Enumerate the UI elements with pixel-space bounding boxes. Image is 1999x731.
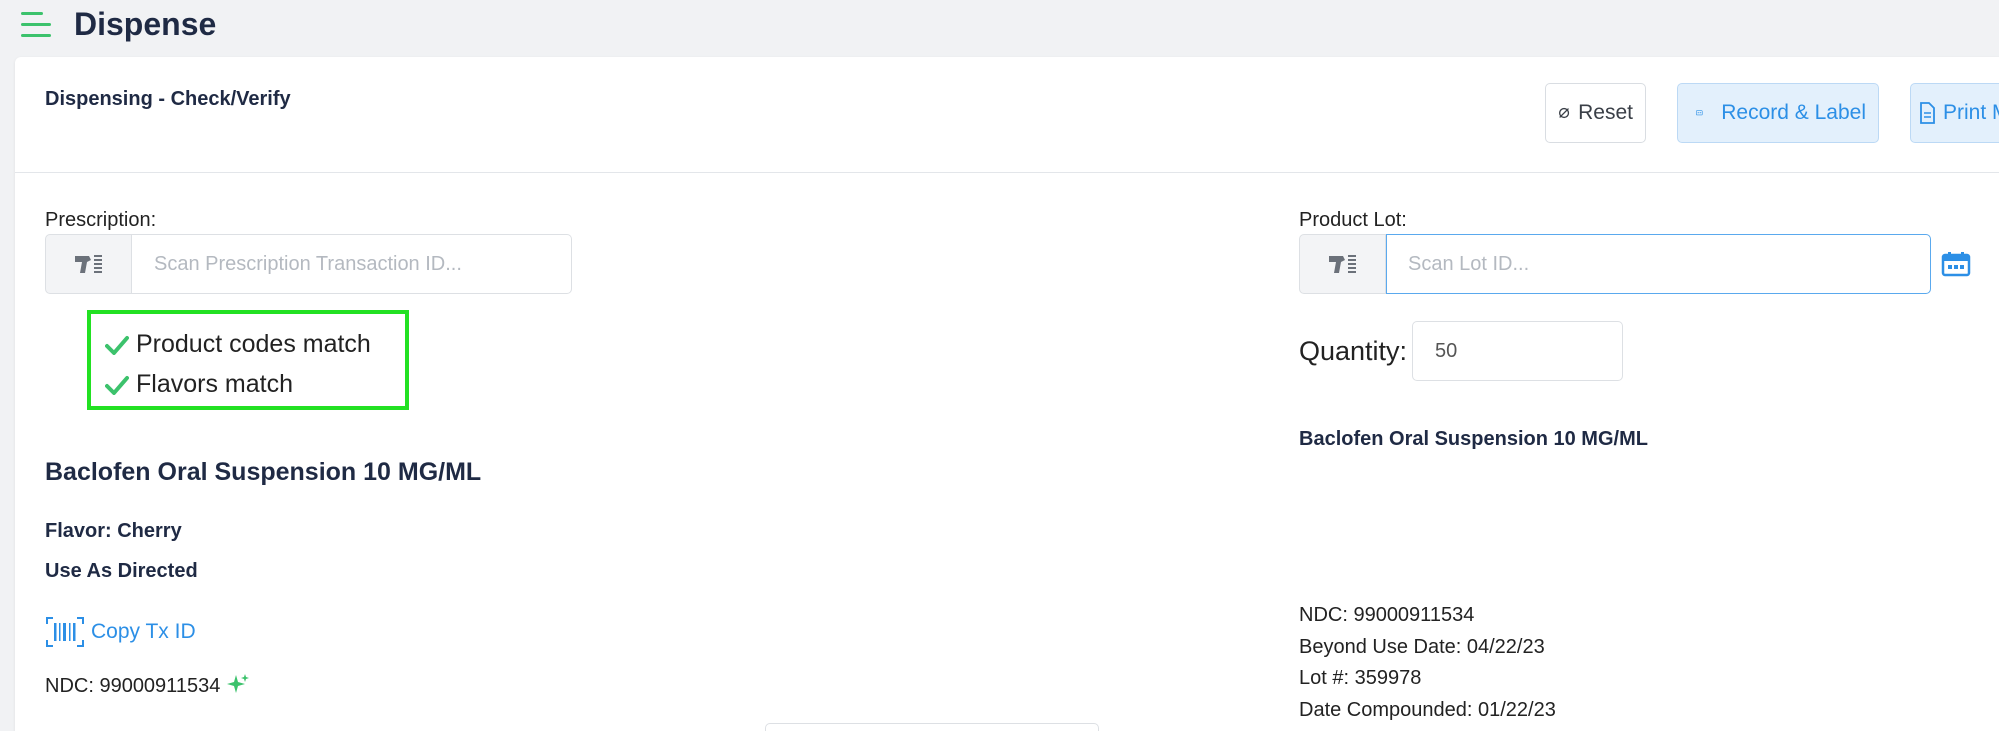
- reset-button[interactable]: Reset: [1545, 83, 1646, 143]
- bottom-control-partial[interactable]: [765, 723, 1099, 731]
- lot-drug-name: Baclofen Oral Suspension 10 MG/ML: [1299, 428, 1648, 450]
- quantity-input[interactable]: [1412, 321, 1623, 381]
- beyond-use-date: Beyond Use Date: 04/22/23: [1299, 636, 1545, 658]
- product-lot-label: Product Lot:: [1299, 209, 1407, 231]
- card-title: Dispensing - Check/Verify: [45, 88, 291, 110]
- barcode-scanner-icon: [1328, 255, 1356, 273]
- prescription-input-group: [45, 234, 572, 294]
- reset-button-label: Reset: [1578, 101, 1633, 124]
- lot-number: Lot #: 359978: [1299, 667, 1422, 689]
- reset-icon: [1558, 107, 1570, 119]
- sparkle-icon: [226, 674, 249, 693]
- print-button[interactable]: Print M: [1910, 83, 1999, 143]
- record-label-button[interactable]: Record & Label: [1677, 83, 1879, 143]
- lot-id-input[interactable]: [1386, 234, 1931, 294]
- product-codes-match-row: Product codes match: [105, 330, 371, 359]
- record-label-button-label: Record & Label: [1721, 101, 1866, 124]
- directions-text: Use As Directed: [45, 560, 198, 582]
- check-icon: [105, 375, 129, 395]
- calendar-icon[interactable]: [1941, 251, 1971, 277]
- prescription-scanner-button[interactable]: [45, 234, 132, 294]
- prescription-drug-name: Baclofen Oral Suspension 10 MG/ML: [45, 458, 482, 486]
- card-header: Dispensing - Check/Verify Reset Record &…: [15, 57, 1999, 173]
- flavor-text: Flavor: Cherry: [45, 520, 182, 542]
- flavors-match-text: Flavors match: [136, 370, 293, 398]
- copy-tx-id-label: Copy Tx ID: [91, 620, 196, 643]
- match-result-box: Product codes match Flavors match: [87, 310, 409, 410]
- document-icon: [1920, 102, 1935, 124]
- label-card-icon: [1696, 110, 1703, 116]
- prescription-transaction-input[interactable]: [132, 234, 572, 294]
- quantity-label: Quantity:: [1299, 336, 1408, 366]
- copy-tx-id-link[interactable]: Copy Tx ID: [45, 616, 196, 648]
- product-codes-match-text: Product codes match: [136, 330, 371, 358]
- date-compounded: Date Compounded: 01/22/23: [1299, 699, 1556, 721]
- lot-ndc: NDC: 99000911534: [1299, 604, 1475, 626]
- barcode-scanner-icon: [74, 255, 102, 273]
- product-lot-input-group: [1299, 234, 1931, 294]
- lot-scanner-button[interactable]: [1299, 234, 1386, 294]
- flavors-match-row: Flavors match: [105, 370, 293, 399]
- hamburger-menu-icon[interactable]: [21, 10, 53, 40]
- top-bar: Dispense: [0, 0, 1999, 56]
- page-title: Dispense: [74, 6, 217, 42]
- prescription-label: Prescription:: [45, 209, 157, 231]
- print-button-label: Print M: [1943, 101, 1999, 124]
- prescription-ndc-text: NDC: 99000911534: [45, 675, 221, 697]
- prescription-ndc: NDC: 99000911534: [45, 673, 250, 698]
- barcode-icon: [46, 617, 84, 647]
- check-icon: [105, 335, 129, 355]
